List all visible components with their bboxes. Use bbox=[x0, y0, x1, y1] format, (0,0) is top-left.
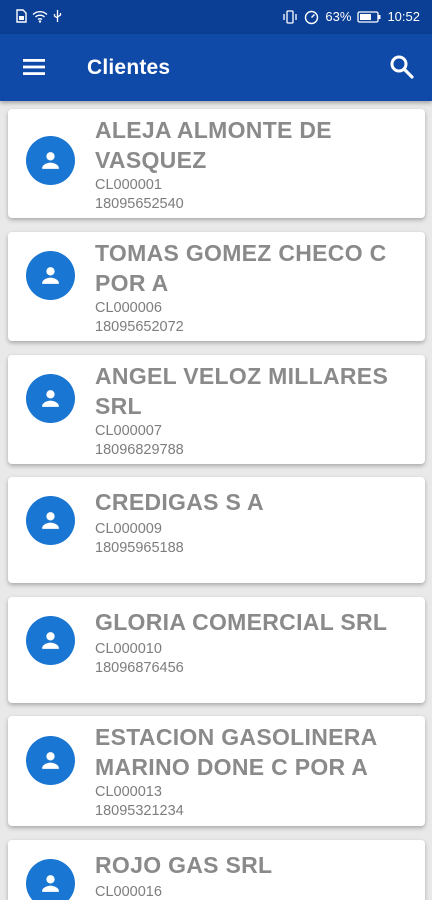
person-icon bbox=[42, 390, 59, 407]
avatar bbox=[26, 251, 75, 300]
client-code: CL000013 bbox=[95, 784, 162, 800]
client-card[interactable]: TOMAS GOMEZ CHECO C POR A CL000006 18095… bbox=[8, 232, 425, 341]
client-code: CL000006 bbox=[95, 300, 162, 316]
client-phone: 18095652072 bbox=[95, 319, 184, 335]
client-name: CREDIGAS S A bbox=[95, 489, 264, 515]
client-code: CL000010 bbox=[95, 641, 162, 657]
search-icon bbox=[390, 55, 414, 79]
battery-percent: 63% bbox=[325, 9, 352, 24]
client-card[interactable]: ALEJA ALMONTE DE VASQUEZ CL000001 180956… bbox=[8, 109, 425, 218]
client-card[interactable]: ROJO GAS SRL CL000016 bbox=[8, 840, 425, 900]
avatar bbox=[26, 736, 75, 785]
client-name: ROJO GAS SRL bbox=[95, 852, 273, 878]
client-name: ESTACION GASOLINERA MARINO DONE C POR A bbox=[95, 724, 377, 780]
client-code: CL000016 bbox=[95, 884, 162, 900]
status-bar: 63% 10:52 bbox=[0, 0, 432, 34]
client-phone: 18095652540 bbox=[95, 196, 184, 212]
client-phone: 18095965188 bbox=[95, 540, 184, 556]
avatar bbox=[26, 136, 75, 185]
client-code: CL000001 bbox=[95, 177, 162, 193]
usb-icon bbox=[53, 10, 62, 22]
client-phone: 18096876456 bbox=[95, 660, 184, 676]
battery-icon bbox=[357, 11, 381, 23]
menu-icon bbox=[23, 59, 45, 75]
wifi-icon bbox=[32, 10, 48, 23]
person-icon bbox=[42, 632, 59, 649]
page-title: Clientes bbox=[87, 56, 171, 79]
sim-icon bbox=[16, 9, 27, 23]
app-bar: Clientes bbox=[0, 34, 432, 101]
client-code: CL000007 bbox=[95, 423, 162, 439]
data-saver-icon bbox=[305, 10, 319, 24]
client-code: CL000009 bbox=[95, 521, 162, 537]
status-left-icons bbox=[16, 9, 62, 23]
person-icon bbox=[42, 152, 59, 169]
client-name: GLORIA COMERCIAL SRL bbox=[95, 609, 388, 635]
clock: 10:52 bbox=[387, 9, 420, 24]
search-button[interactable] bbox=[388, 53, 416, 81]
client-phone: 18096829788 bbox=[95, 442, 184, 458]
client-name: ANGEL VELOZ MILLARES SRL bbox=[95, 363, 389, 419]
client-card[interactable]: CREDIGAS S A CL000009 18095965188 bbox=[8, 477, 425, 583]
client-card[interactable]: GLORIA COMERCIAL SRL CL000010 1809687645… bbox=[8, 597, 425, 703]
client-name: TOMAS GOMEZ CHECO C POR A bbox=[95, 240, 387, 296]
status-right-icons: 63% 10:52 bbox=[282, 8, 420, 26]
avatar bbox=[26, 374, 75, 423]
client-card[interactable]: ESTACION GASOLINERA MARINO DONE C POR A … bbox=[8, 716, 425, 826]
person-icon bbox=[42, 267, 59, 284]
client-phone: 18095321234 bbox=[95, 803, 184, 819]
person-icon bbox=[42, 875, 59, 892]
person-icon bbox=[42, 752, 59, 769]
menu-button[interactable] bbox=[19, 54, 49, 80]
client-name: ALEJA ALMONTE DE VASQUEZ bbox=[95, 117, 332, 173]
avatar bbox=[26, 616, 75, 665]
vibrate-icon bbox=[283, 10, 298, 24]
person-icon bbox=[42, 512, 59, 529]
avatar bbox=[26, 496, 75, 545]
client-card[interactable]: ANGEL VELOZ MILLARES SRL CL000007 180968… bbox=[8, 355, 425, 464]
avatar bbox=[26, 859, 75, 900]
